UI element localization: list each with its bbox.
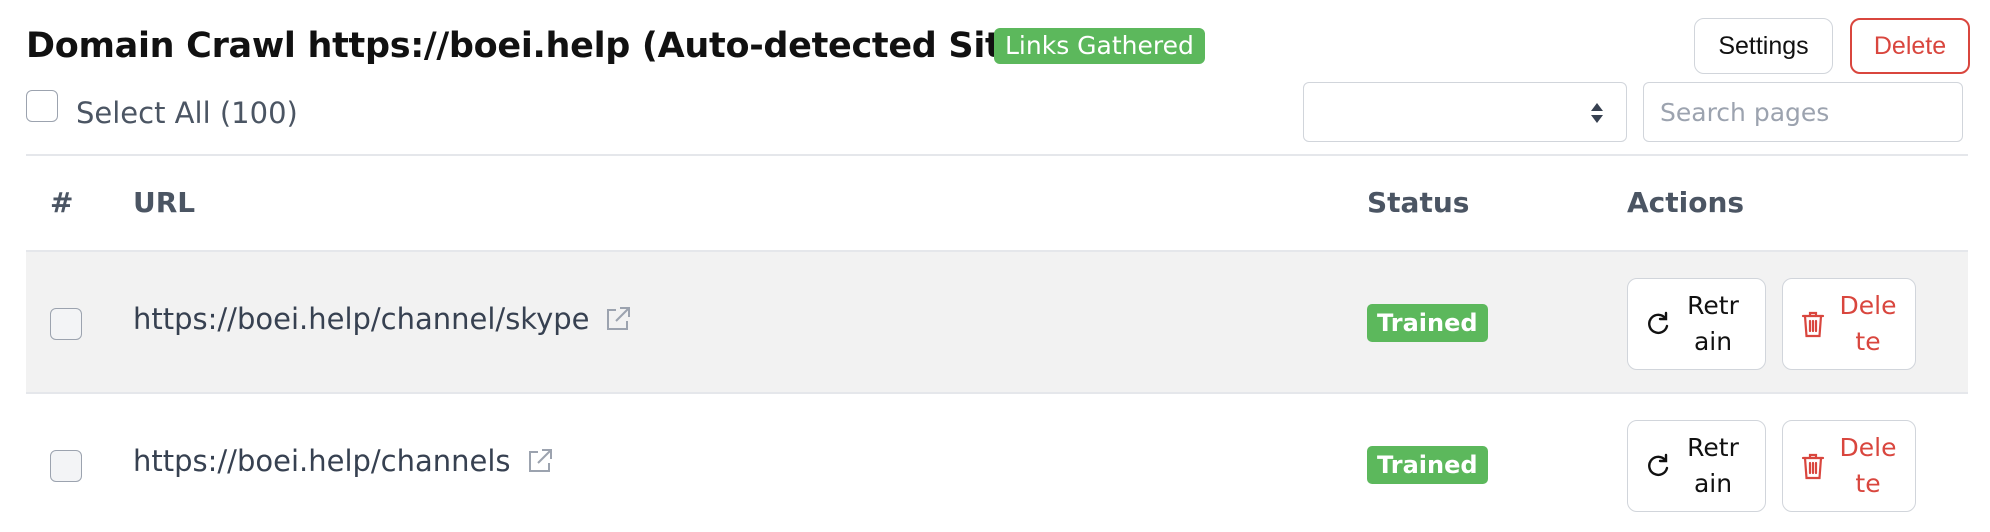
retrain-label: Retrain bbox=[1687, 291, 1739, 356]
delete-row-button[interactable]: Delete bbox=[1782, 420, 1916, 512]
row-url: https://boei.help/channels bbox=[133, 444, 555, 478]
row-url: https://boei.help/channel/skype bbox=[133, 302, 633, 336]
table-header: # URL Status Actions bbox=[26, 156, 1968, 252]
filter-select[interactable] bbox=[1303, 82, 1627, 142]
delete-row-button[interactable]: Delete bbox=[1782, 278, 1916, 370]
toolbar: Select All (100) bbox=[26, 82, 1968, 144]
retrain-button[interactable]: Retrain bbox=[1627, 420, 1766, 512]
row-checkbox[interactable] bbox=[50, 450, 82, 482]
status-badge: Trained bbox=[1367, 304, 1488, 342]
column-header-url: URL bbox=[133, 186, 196, 219]
select-all-checkbox[interactable] bbox=[26, 90, 58, 122]
select-all-label[interactable]: Select All (100) bbox=[76, 96, 298, 130]
status-badge: Trained bbox=[1367, 446, 1488, 484]
column-header-actions: Actions bbox=[1627, 186, 1745, 219]
delete-crawl-button[interactable]: Delete bbox=[1850, 18, 1970, 74]
retrain-label: Retrain bbox=[1687, 433, 1739, 498]
external-link-icon[interactable] bbox=[603, 304, 633, 334]
pages-table: # URL Status Actions https://boei.help/c… bbox=[26, 156, 1968, 532]
trash-icon bbox=[1801, 453, 1825, 480]
settings-button[interactable]: Settings bbox=[1694, 18, 1833, 74]
column-header-status: Status bbox=[1367, 186, 1470, 219]
refresh-icon bbox=[1648, 453, 1669, 477]
external-link-icon[interactable] bbox=[525, 446, 555, 476]
delete-label: Delete bbox=[1839, 291, 1897, 356]
refresh-icon bbox=[1648, 311, 1669, 335]
column-header-number: # bbox=[50, 186, 74, 219]
url-text: https://boei.help/channel/skype bbox=[133, 302, 590, 336]
page-title: Domain Crawl https://boei.help (Auto-det… bbox=[26, 26, 1125, 66]
table-row: https://boei.help/channels Trained Retra… bbox=[26, 394, 1968, 532]
trash-icon bbox=[1801, 311, 1825, 338]
delete-label: Delete bbox=[1839, 433, 1897, 498]
table-row: https://boei.help/channel/skype Trained … bbox=[26, 252, 1968, 394]
crawl-status-badge: Links Gathered bbox=[994, 28, 1205, 64]
search-input[interactable] bbox=[1643, 82, 1963, 142]
sort-arrows-icon bbox=[1591, 103, 1603, 123]
row-checkbox[interactable] bbox=[50, 308, 82, 340]
retrain-button[interactable]: Retrain bbox=[1627, 278, 1766, 370]
url-text: https://boei.help/channels bbox=[133, 444, 511, 478]
